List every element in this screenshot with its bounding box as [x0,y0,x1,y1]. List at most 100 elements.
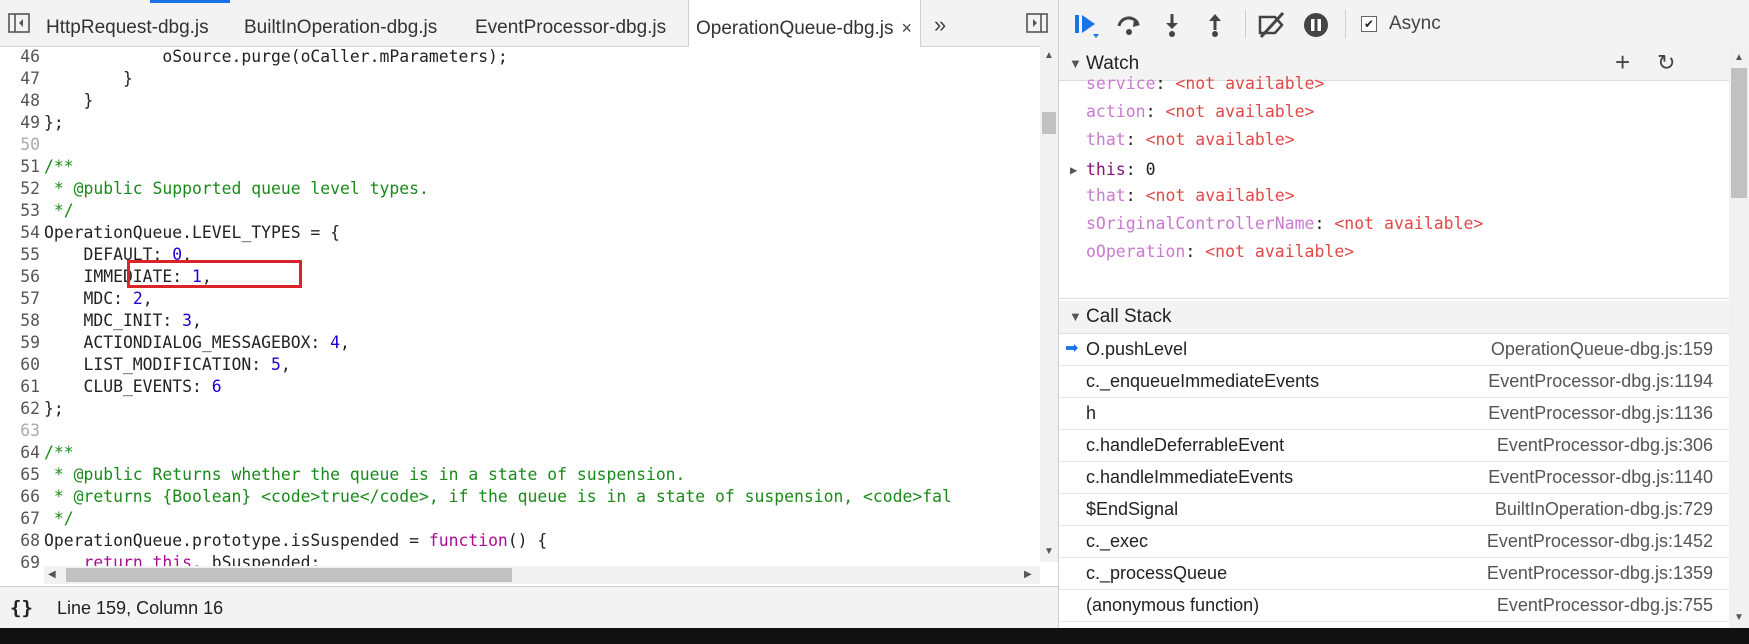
code-line[interactable]: 59 ACTIONDIALOG_MESSAGEBOX: 4, [0,332,350,354]
code-line[interactable]: 62}; [0,398,64,420]
scroll-down-icon[interactable]: ▼ [1734,612,1744,623]
line-number[interactable]: 49 [0,112,40,134]
line-number[interactable]: 68 [0,530,40,552]
watch-expression[interactable]: ▶ this: 0 [1070,156,1156,184]
line-number[interactable]: 63 [0,420,40,442]
line-number[interactable]: 55 [0,244,40,266]
watch-expression[interactable]: oOperation: <not available> [1086,238,1354,266]
toggle-navigator-icon[interactable] [8,12,30,34]
call-frame[interactable]: ➡ O.pushLevel OperationQueue-dbg.js:159 [1059,333,1729,366]
refresh-icon[interactable]: ↻ [1657,47,1675,79]
code-editor[interactable]: 46 oSource.purge(oCaller.mParameters); 47… [0,46,1040,570]
code-line[interactable]: 66 * @returns {Boolean} <code>true</code… [0,486,952,508]
frame-location[interactable]: EventProcessor-dbg.js:1136 [1488,397,1713,429]
step-out-icon[interactable] [1202,12,1228,38]
call-stack-section-header[interactable]: ▼ Call Stack [1059,301,1729,334]
line-number[interactable]: 59 [0,332,40,354]
line-number[interactable]: 57 [0,288,40,310]
code-line[interactable]: 58 MDC_INIT: 3, [0,310,202,332]
watch-expression[interactable]: that: <not available> [1086,126,1295,154]
code-line[interactable]: 65 * @public Returns whether the queue i… [0,464,685,486]
line-number[interactable]: 58 [0,310,40,332]
frame-location[interactable]: EventProcessor-dbg.js:1359 [1487,557,1713,589]
expand-triangle-icon[interactable]: ▶ [1070,156,1077,184]
scroll-up-icon[interactable]: ▲ [1734,52,1744,63]
editor-vertical-scroll-thumb[interactable] [1042,112,1056,134]
frame-location[interactable]: EventProcessor-dbg.js:1452 [1487,525,1713,557]
line-number[interactable]: 65 [0,464,40,486]
line-number[interactable]: 64 [0,442,40,464]
line-number[interactable]: 51 [0,156,40,178]
line-number[interactable]: 56 [0,266,40,288]
watch-expression[interactable]: service: <not available> [1086,70,1324,98]
tab-httprequest[interactable]: HttpRequest-dbg.js [46,0,209,46]
code-line[interactable]: 47 } [0,68,133,90]
pretty-print-icon[interactable]: {} [10,587,33,629]
line-number[interactable]: 50 [0,134,40,156]
line-number[interactable]: 62 [0,398,40,420]
close-tab-icon[interactable]: × [902,18,913,38]
frame-location[interactable]: EventProcessor-dbg.js:1194 [1488,365,1713,397]
frame-location[interactable]: OperationQueue-dbg.js:159 [1491,333,1713,365]
call-frame[interactable]: c._exec EventProcessor-dbg.js:1452 [1059,525,1729,558]
call-frame[interactable]: h EventProcessor-dbg.js:1136 [1059,397,1729,430]
watch-expression[interactable]: that: <not available> [1086,182,1295,210]
call-frame[interactable]: $EndSignal BuiltInOperation-dbg.js:729 [1059,493,1729,526]
call-frame[interactable]: c.handleDeferrableEvent EventProcessor-db… [1059,429,1729,462]
code-line[interactable]: 64/** [0,442,73,464]
resume-icon[interactable] [1073,12,1099,38]
code-line[interactable]: 60 LIST_MODIFICATION: 5, [0,354,290,376]
line-number[interactable]: 46 [0,46,40,68]
code-line[interactable]: 46 oSource.purge(oCaller.mParameters); [0,46,508,68]
line-number[interactable]: 66 [0,486,40,508]
deactivate-breakpoints-icon[interactable] [1257,11,1285,39]
code-line[interactable]: 53 */ [0,200,73,222]
line-number[interactable]: 69 [0,552,40,570]
code-line[interactable]: 63 [0,420,44,442]
call-frame[interactable]: (anonymous function) EventProcessor-dbg.j… [1059,589,1729,622]
line-number[interactable]: 60 [0,354,40,376]
tab-operationqueue[interactable]: OperationQueue-dbg.js × [688,0,922,47]
tab-eventprocessor[interactable]: EventProcessor-dbg.js [475,0,666,46]
code-line[interactable]: 61 CLUB_EVENTS: 6 [0,376,221,398]
line-number[interactable]: 61 [0,376,40,398]
line-number[interactable]: 54 [0,222,40,244]
frame-location[interactable]: EventProcessor-dbg.js:306 [1497,429,1713,461]
code-line[interactable]: 54 OperationQueue.LEVEL_TYPES = { [0,222,340,244]
editor-horizontal-scroll-thumb[interactable] [66,568,512,582]
code-line[interactable]: 50 [0,134,44,156]
call-frame[interactable]: c._processQueue EventProcessor-dbg.js:135… [1059,557,1729,590]
debugger-scroll-thumb[interactable] [1731,68,1747,198]
async-checkbox[interactable]: ✔ [1361,16,1377,32]
frame-location[interactable]: EventProcessor-dbg.js:1140 [1488,461,1713,493]
line-number[interactable]: 48 [0,90,40,112]
code-line[interactable]: 68 OperationQueue.prototype.isSuspended =… [0,530,547,552]
code-line[interactable]: 51/** [0,156,73,178]
line-number[interactable]: 67 [0,508,40,530]
toggle-debugger-icon[interactable] [1026,12,1048,34]
call-frame[interactable]: c.handleImmediateEvents EventProcessor-db… [1059,461,1729,494]
code-line[interactable]: 67 */ [0,508,73,530]
watch-expression[interactable]: action: <not available> [1086,98,1315,126]
code-line[interactable]: 52 * @public Supported queue level types… [0,178,429,200]
line-number[interactable]: 52 [0,178,40,200]
add-watch-icon[interactable]: + [1615,46,1630,78]
frame-location[interactable]: EventProcessor-dbg.js:755 [1497,589,1713,621]
line-number[interactable]: 53 [0,200,40,222]
pause-on-exceptions-icon[interactable] [1303,12,1329,38]
scroll-left-icon[interactable]: ◀ [48,569,56,580]
tab-overflow-icon[interactable]: » [934,12,946,38]
step-over-icon[interactable] [1115,12,1141,38]
watch-expression[interactable]: sOriginalControllerName: <not available> [1086,210,1483,238]
scroll-up-icon[interactable]: ▲ [1044,50,1054,61]
code-line[interactable]: 48 } [0,90,93,112]
tab-builtinoperation[interactable]: BuiltInOperation-dbg.js [244,0,437,46]
call-frame[interactable]: c._enqueueImmediateEvents EventProcessor-… [1059,365,1729,398]
scroll-down-icon[interactable]: ▼ [1044,546,1054,557]
scroll-right-icon[interactable]: ▶ [1024,569,1032,580]
code-line[interactable]: 49}; [0,112,64,134]
frame-location[interactable]: BuiltInOperation-dbg.js:729 [1495,493,1713,525]
line-number[interactable]: 47 [0,68,40,90]
code-line[interactable]: 57 MDC: 2, [0,288,152,310]
step-into-icon[interactable] [1159,12,1185,38]
